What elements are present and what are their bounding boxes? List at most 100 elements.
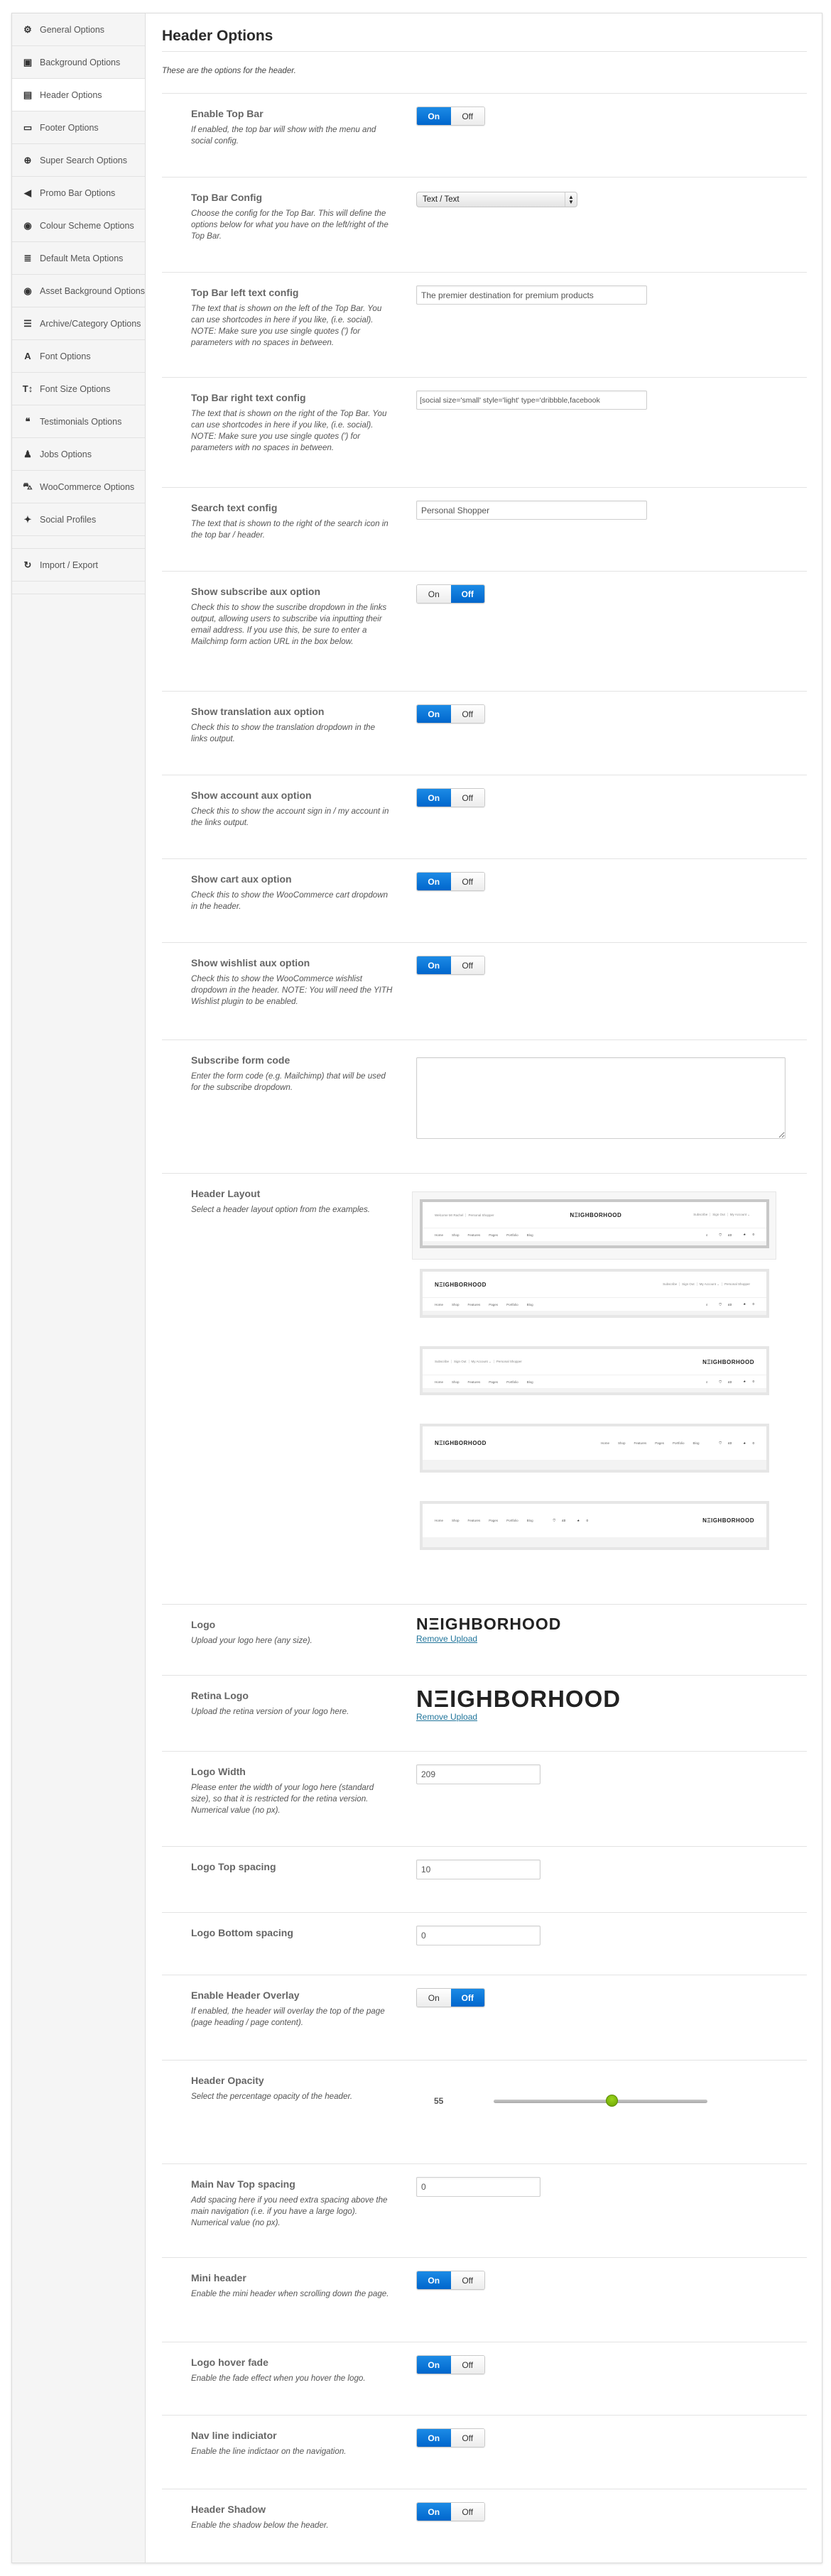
- toggle-off-button[interactable]: Off: [450, 1989, 484, 2007]
- sidebar-item-woocommerce-options[interactable]: ⛍ WooCommerce Options: [12, 471, 145, 503]
- option-label: Enable Top Bar: [191, 108, 264, 119]
- search-text-input[interactable]: Personal Shopper: [416, 501, 647, 520]
- toggle-off-button[interactable]: Off: [450, 2271, 484, 2289]
- option-control: On Off: [416, 2502, 485, 2521]
- header-layout-option-4[interactable]: NΞIGHBORHOOD Home Shop Features Pages Portfol…: [420, 1424, 784, 1473]
- thumb-link: Subscribe: [663, 1282, 680, 1286]
- sidebar-item-font-options[interactable]: A Font Options: [12, 340, 145, 373]
- header-layout-preview: NΞIGHBORHOOD Home Shop Features Pages Portfol…: [420, 1424, 769, 1473]
- sidebar-item-label: Font Options: [40, 351, 91, 361]
- header-layout-option-5[interactable]: Home Shop Features Pages Portfolio Blog ⛉ £0 ★ …: [420, 1501, 784, 1550]
- thumb-main-row: NΞIGHBORHOOD Home Shop Features Pages Portfol…: [423, 1426, 766, 1460]
- top-bar-left-text-input[interactable]: The premier destination for premium prod…: [416, 285, 647, 305]
- divider: [162, 51, 807, 52]
- toggle-on-button[interactable]: On: [417, 2503, 451, 2521]
- sidebar-item-background-options[interactable]: ▣ Background Options: [12, 46, 145, 79]
- header-layout-option-2[interactable]: NΞIGHBORHOOD Subscribe Sign Out My Account …: [420, 1269, 784, 1318]
- option-description: The text that is shown on the left of th…: [191, 304, 382, 347]
- sidebar-item-promo-bar-options[interactable]: ◀ Promo Bar Options: [12, 177, 145, 209]
- on-off-toggle[interactable]: On Off: [416, 584, 485, 604]
- wishlist-count: 0: [752, 1380, 754, 1383]
- page-title: Header Options: [162, 28, 273, 44]
- toggle-off-button[interactable]: Off: [450, 789, 484, 807]
- thumb-icons: ⌕ ⛉ £0 ★ 0: [700, 1380, 754, 1384]
- toggle-on-button[interactable]: On: [417, 2356, 451, 2374]
- eye-icon: ◉: [23, 219, 32, 231]
- logo-image: NΞIGHBORHOOD: [416, 1615, 562, 1633]
- thumb-nav: Home Shop Features Pages Portfolio Blog: [601, 1441, 708, 1445]
- wishlist-count: 0: [752, 1441, 754, 1445]
- logo-width-input[interactable]: [416, 1764, 541, 1784]
- opacity-slider[interactable]: [494, 2095, 707, 2107]
- sidebar-item-footer-options[interactable]: ▭ Footer Options: [12, 111, 145, 144]
- option-row-show-cart-aux: Show cart aux option Check this to show t…: [162, 858, 807, 942]
- sidebar-item-general-options[interactable]: ⚙ General Options: [12, 13, 145, 46]
- toggle-on-button[interactable]: On: [417, 1989, 451, 2007]
- toggle-on-button[interactable]: On: [417, 585, 451, 603]
- toggle-on-button[interactable]: On: [417, 2271, 451, 2289]
- toggle-on-button[interactable]: On: [417, 956, 451, 974]
- bag-icon: ⛉: [553, 1519, 557, 1522]
- option-description: Check this to show the suscribe dropdown…: [191, 603, 387, 646]
- header-layout-preview: Welcome Mr Rachel Personal Shopper NΞIGHBO…: [420, 1199, 769, 1248]
- on-off-toggle[interactable]: On Off: [416, 1988, 485, 2007]
- subscribe-form-code-textarea[interactable]: [416, 1057, 786, 1139]
- on-off-toggle[interactable]: On Off: [416, 2271, 485, 2290]
- sidebar-item-header-options[interactable]: ▤ Header Options: [12, 79, 145, 111]
- sidebar-item-import-export[interactable]: ↻ Import / Export: [12, 549, 145, 582]
- sidebar-item-asset-background-options[interactable]: ◉ Asset Background Options: [12, 275, 145, 307]
- toggle-off-button[interactable]: Off: [450, 585, 484, 603]
- toggle-off-button[interactable]: Off: [450, 705, 484, 723]
- option-row-top-bar-config: Top Bar Config Choose the config for the …: [162, 177, 807, 272]
- sidebar-item-default-meta-options[interactable]: ≣ Default Meta Options: [12, 242, 145, 275]
- sidebar-item-archive-category-options[interactable]: ☰ Archive/Category Options: [12, 307, 145, 340]
- remove-upload-link[interactable]: Remove Upload: [416, 1634, 477, 1644]
- toggle-on-button[interactable]: On: [417, 2429, 451, 2447]
- toggle-on-button[interactable]: On: [417, 107, 451, 125]
- page-description: These are the options for the header.: [162, 67, 296, 75]
- on-off-toggle[interactable]: On Off: [416, 2355, 485, 2374]
- toggle-off-button[interactable]: Off: [450, 2503, 484, 2521]
- on-off-toggle[interactable]: On Off: [416, 788, 485, 807]
- header-icon: ▤: [23, 89, 33, 100]
- toggle-off-button[interactable]: Off: [450, 2429, 484, 2447]
- sidebar-item-font-size-options[interactable]: T↕ Font Size Options: [12, 373, 145, 405]
- top-bar-config-select[interactable]: Text / Text ▲ ▼: [416, 192, 577, 207]
- logo-top-spacing-input[interactable]: [416, 1860, 541, 1879]
- thumb-top-links: Subscribe Sign Out My Account ⌄ Personal Sh…: [435, 1360, 526, 1364]
- toggle-off-button[interactable]: Off: [450, 107, 484, 125]
- toggle-off-button[interactable]: Off: [450, 956, 484, 974]
- thumb-strip: [423, 1537, 766, 1547]
- option-control: NΞIGHBORHOOD Remove Upload: [416, 1687, 621, 1723]
- on-off-toggle[interactable]: On Off: [416, 872, 485, 891]
- on-off-toggle[interactable]: On Off: [416, 704, 485, 724]
- main-nav-top-spacing-input[interactable]: [416, 2177, 541, 2197]
- toggle-on-button[interactable]: On: [417, 873, 451, 890]
- toggle-on-button[interactable]: On: [417, 705, 451, 723]
- remove-upload-link[interactable]: Remove Upload: [416, 1712, 477, 1722]
- sidebar-item-jobs-options[interactable]: ♟ Jobs Options: [12, 438, 145, 471]
- on-off-toggle[interactable]: On Off: [416, 956, 485, 975]
- thumb-link: Personal Shopper: [724, 1282, 750, 1286]
- sidebar-item-social-profiles[interactable]: ✦ Social Profiles: [12, 503, 145, 536]
- thumb-wishlist: ★ 0: [737, 1441, 754, 1446]
- sidebar-item-colour-scheme-options[interactable]: ◉ Colour Scheme Options: [12, 209, 145, 242]
- toggle-off-button[interactable]: Off: [450, 2356, 484, 2374]
- logo-bottom-spacing-input[interactable]: [416, 1926, 541, 1945]
- option-description: Enter the form code (e.g. Mailchimp) tha…: [191, 1071, 386, 1092]
- header-layout-option-3[interactable]: Subscribe Sign Out My Account ⌄ Personal Sh…: [420, 1346, 784, 1395]
- on-off-toggle[interactable]: On Off: [416, 2428, 485, 2447]
- on-off-toggle[interactable]: On Off: [416, 107, 485, 126]
- sidebar-item-super-search-options[interactable]: ⊕ Super Search Options: [12, 144, 145, 177]
- option-row-logo-width: Logo Width Please enter the width of your…: [162, 1751, 807, 1846]
- top-bar-right-text-input[interactable]: [social size='small' style='light' type=…: [416, 391, 647, 410]
- slider-handle[interactable]: [605, 2095, 618, 2107]
- gear-icon: ⚙: [23, 23, 32, 35]
- on-off-toggle[interactable]: On Off: [416, 2502, 485, 2521]
- toggle-off-button[interactable]: Off: [450, 873, 484, 890]
- sidebar-item-testimonials-options[interactable]: ❝ Testimonials Options: [12, 405, 145, 438]
- option-label: Subscribe form code: [191, 1054, 290, 1066]
- cart-total: £0: [562, 1519, 566, 1522]
- header-layout-option-1[interactable]: Welcome Mr Rachel Personal Shopper NΞIGHBO…: [412, 1191, 776, 1260]
- toggle-on-button[interactable]: On: [417, 789, 451, 807]
